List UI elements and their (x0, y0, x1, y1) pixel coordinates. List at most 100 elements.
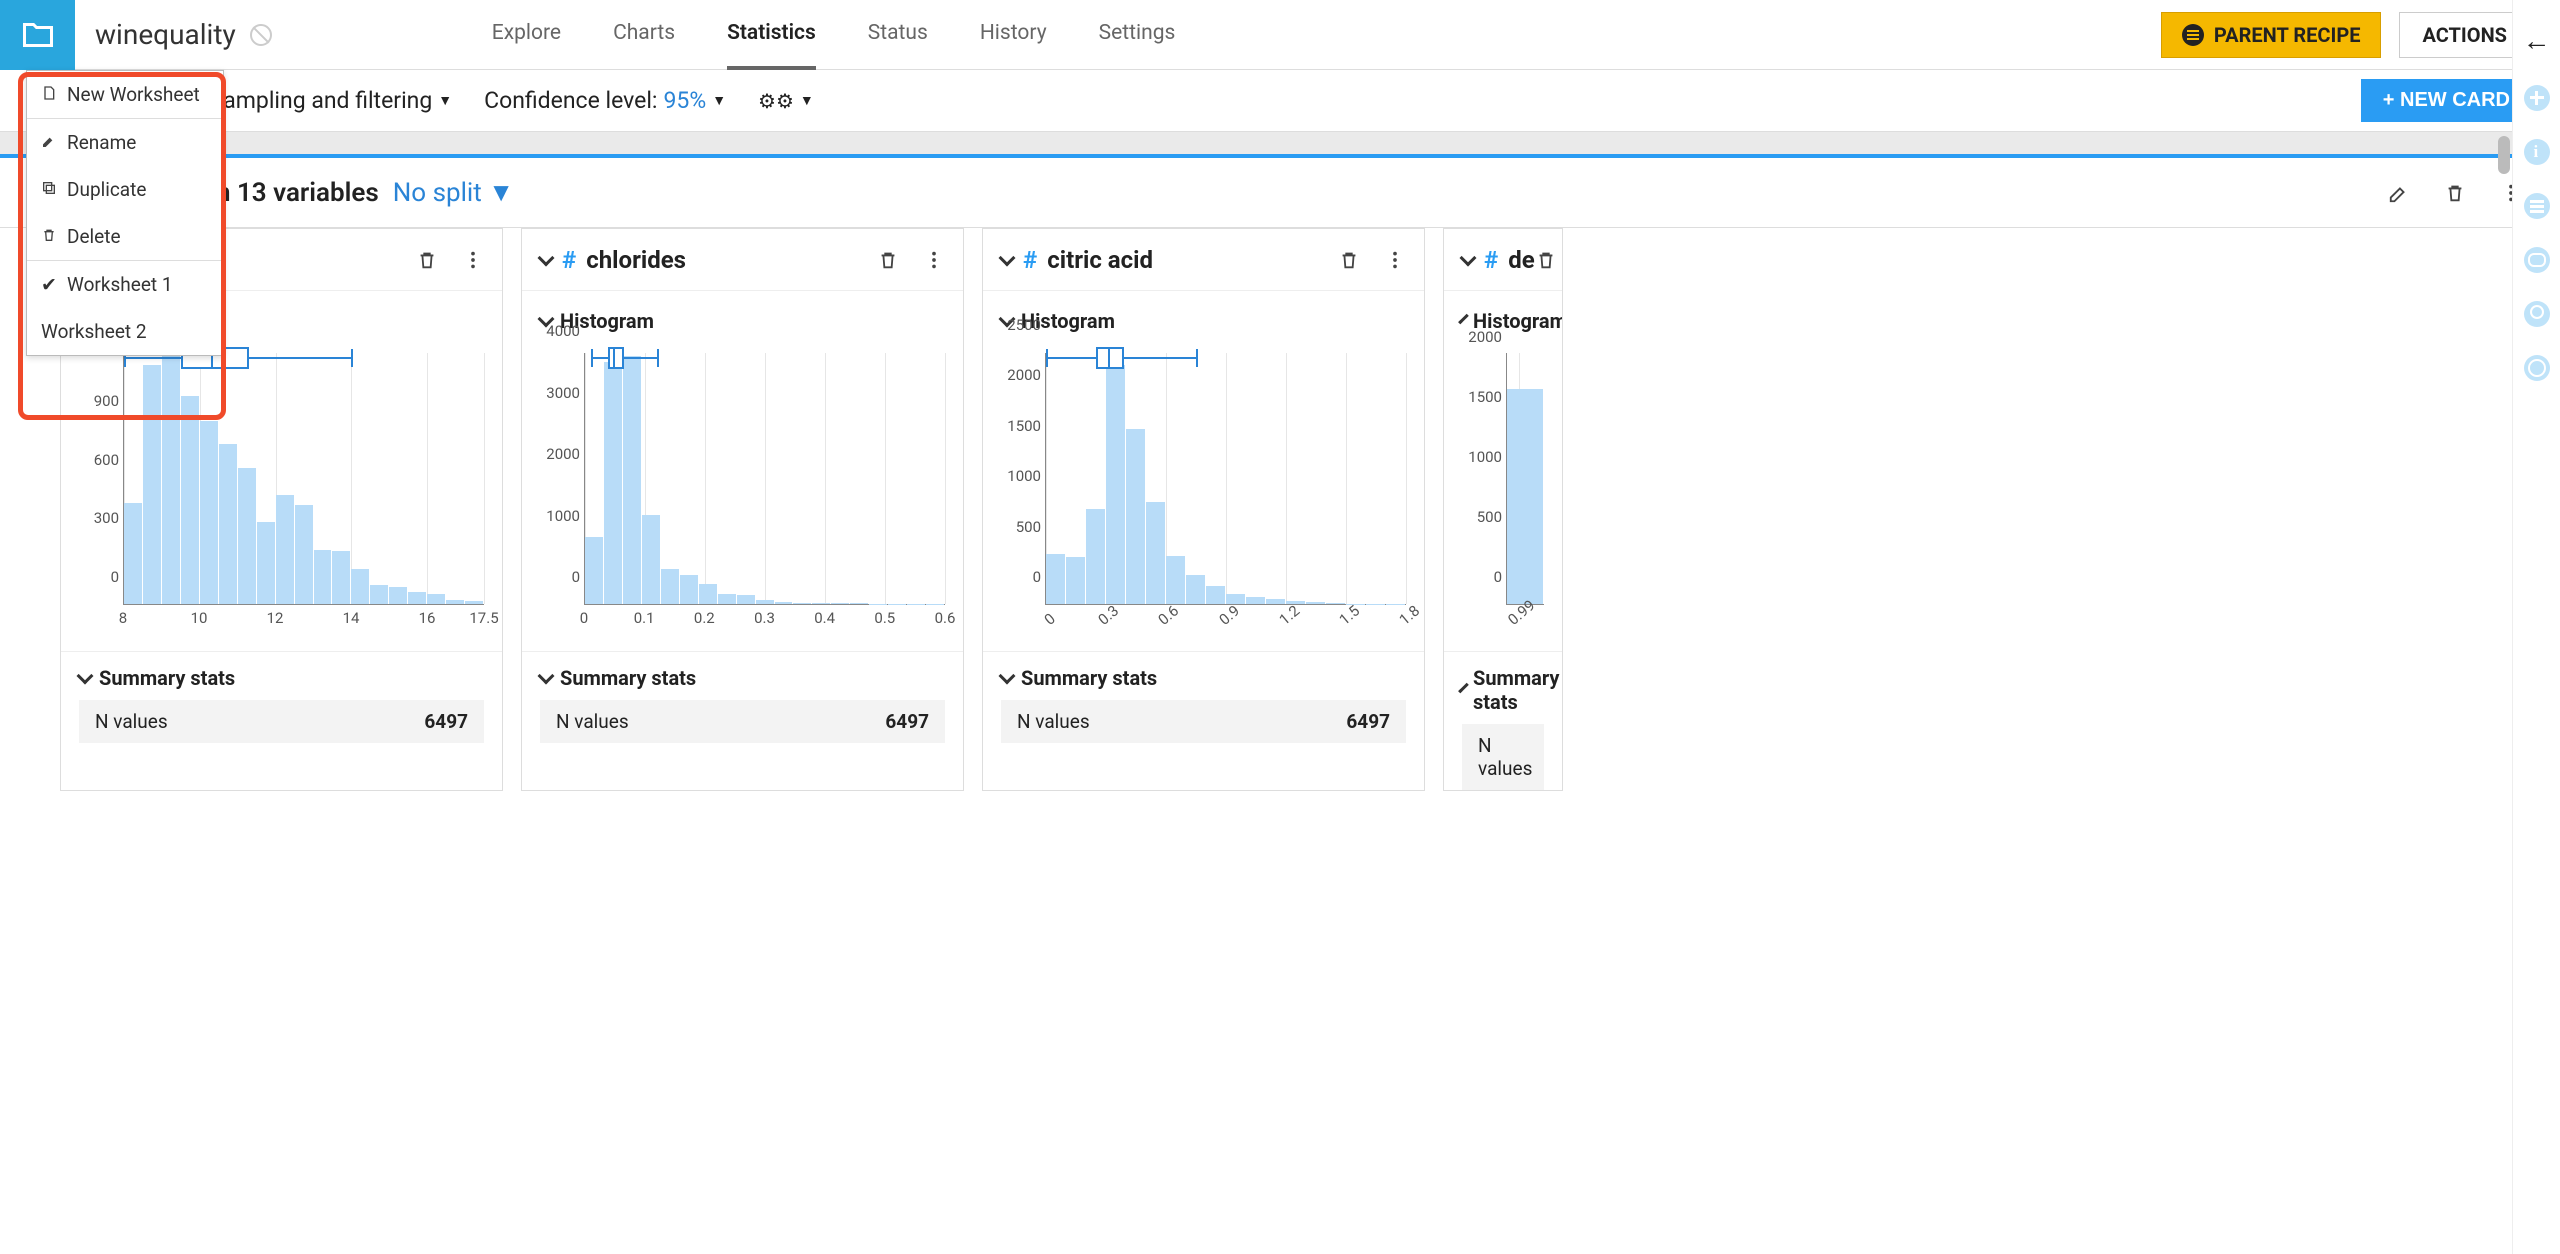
list-icon[interactable] (2524, 193, 2550, 219)
bar (332, 551, 350, 604)
trash-icon[interactable] (416, 249, 438, 271)
menu-duplicate[interactable]: Duplicate (27, 166, 223, 213)
clock-icon[interactable] (2524, 355, 2550, 381)
bar (1146, 502, 1165, 604)
x-tick: 0.6 (935, 609, 956, 627)
bar (812, 603, 830, 604)
more-icon[interactable] (1384, 249, 1406, 271)
summary-label: Summary stats (1021, 666, 1157, 690)
analysis-header: te analysis on 13 variables No split ▼ (0, 158, 2560, 228)
trash-icon[interactable] (1535, 249, 1557, 271)
histogram-chart: 01000200030004000 00.10.20.30.40.50.6 (584, 343, 945, 633)
menu-rename[interactable]: Rename (27, 118, 223, 166)
y-tick: 0 (536, 568, 580, 586)
bar (623, 356, 641, 604)
x-tick: 8 (119, 609, 127, 627)
numeric-type-icon: # (1484, 246, 1498, 274)
plus-icon[interactable] (2524, 85, 2550, 111)
confidence-dropdown[interactable]: Confidence level: 95% ▼ (484, 87, 726, 114)
bar (1326, 603, 1345, 605)
x-tick: 16 (419, 609, 436, 627)
y-tick: 0 (997, 568, 1041, 586)
caret-down-icon: ▼ (438, 92, 452, 109)
separator-bar (0, 132, 2560, 158)
scrollbar-thumb[interactable] (2498, 136, 2510, 174)
trash-icon[interactable] (2444, 182, 2466, 204)
nvalues-label: N values (1017, 710, 1090, 733)
settings-cogs-dropdown[interactable]: ⚙⚙ ▼ (758, 89, 814, 113)
x-tick: 0.3 (754, 609, 775, 627)
tab-history[interactable]: History (980, 0, 1047, 70)
tab-status[interactable]: Status (868, 0, 928, 70)
info-icon[interactable] (2524, 139, 2550, 165)
chevron-down-icon[interactable] (538, 668, 555, 685)
bar (718, 594, 736, 604)
chevron-down-icon[interactable] (1460, 249, 1477, 266)
chevron-down-icon[interactable] (1458, 683, 1469, 694)
folder-icon[interactable] (0, 0, 75, 70)
bar (1066, 557, 1085, 604)
no-symbol-icon (250, 24, 272, 46)
bar (1507, 389, 1543, 604)
menu-new-worksheet[interactable]: New Worksheet (27, 71, 223, 118)
chevron-down-icon[interactable] (77, 668, 94, 685)
y-tick: 2000 (997, 366, 1041, 384)
bar (775, 602, 793, 604)
caret-down-icon: ▼ (488, 178, 514, 208)
chevron-down-icon[interactable] (1458, 314, 1469, 325)
stack-icon (2182, 24, 2204, 46)
sampling-dropdown[interactable]: Sampling and filtering ▼ (210, 87, 453, 114)
back-arrow-icon[interactable]: ← (2523, 24, 2551, 57)
bar (661, 569, 679, 605)
bar (1126, 429, 1145, 604)
parent-recipe-button[interactable]: PARENT RECIPE (2161, 12, 2382, 58)
tab-explore[interactable]: Explore (492, 0, 561, 70)
y-tick: 1500 (997, 417, 1041, 435)
trash-icon[interactable] (877, 249, 899, 271)
chat-icon[interactable] (2524, 247, 2550, 273)
new-card-button[interactable]: + NEW CARD (2361, 79, 2532, 122)
more-icon[interactable] (923, 249, 945, 271)
histogram-chart: 05001000150020002500 00.30.60.91.21.51.8 (1045, 343, 1406, 633)
menu-worksheet-1[interactable]: ✔ Worksheet 1 (27, 260, 223, 308)
tab-settings[interactable]: Settings (1099, 0, 1176, 70)
tab-charts[interactable]: Charts (613, 0, 675, 70)
y-tick: 1000 (536, 507, 580, 525)
chevron-down-icon[interactable] (538, 249, 555, 266)
bar (314, 550, 332, 604)
split-dropdown[interactable]: No split ▼ (393, 177, 514, 208)
nvalues-label: N values (1478, 734, 1532, 780)
bar (446, 600, 464, 604)
summary-label: Summary stats (1473, 666, 1559, 714)
x-tick: 0.3 (1095, 602, 1123, 629)
bar (238, 468, 256, 604)
user-icon[interactable] (2524, 301, 2550, 327)
boxplot (1046, 347, 1406, 369)
chevron-down-icon[interactable] (999, 668, 1016, 685)
bar (181, 396, 199, 604)
bar (585, 537, 603, 604)
menu-worksheet-2[interactable]: ✔ Worksheet 2 (27, 308, 223, 355)
cogs-icon: ⚙⚙ (758, 89, 794, 113)
bar (850, 603, 868, 604)
chevron-down-icon[interactable] (999, 249, 1016, 266)
trash-icon[interactable] (1338, 249, 1360, 271)
caret-down-icon: ▼ (712, 92, 726, 109)
y-tick: 0 (1458, 568, 1502, 586)
bar (1086, 509, 1105, 604)
edit-icon[interactable] (2388, 182, 2410, 204)
stat-row: N values6497 (1001, 700, 1406, 743)
tab-statistics[interactable]: Statistics (727, 0, 816, 70)
actions-button[interactable]: ACTIONS (2399, 12, 2530, 58)
y-tick: 1000 (1458, 448, 1502, 466)
nvalues-label: N values (556, 710, 629, 733)
bar (219, 444, 237, 604)
file-icon (41, 83, 57, 106)
menu-delete[interactable]: Delete (27, 213, 223, 260)
summary-label: Summary stats (560, 666, 696, 690)
more-icon[interactable] (462, 249, 484, 271)
boxplot (585, 347, 945, 369)
x-tick: 0 (1041, 610, 1059, 629)
sampling-label: Sampling and filtering (210, 87, 433, 114)
histogram-chart: 05001000150020000.99 (1506, 343, 1544, 633)
